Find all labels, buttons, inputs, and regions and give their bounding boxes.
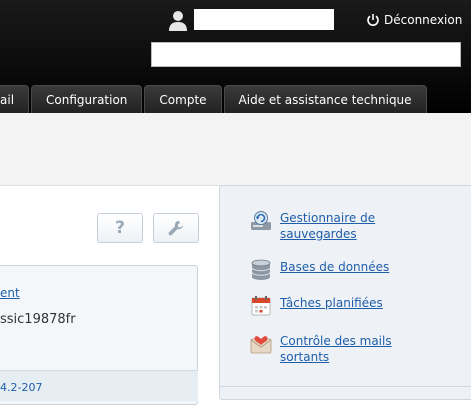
power-icon: [367, 14, 379, 26]
sidebar-item-backup[interactable]: Gestionnaire de sauvegardes: [250, 210, 375, 242]
sidebar-item-outgoing-mail[interactable]: Contrôle des mails sortants: [250, 333, 392, 365]
top-bar: Déconnexion ail Configuration Compte Aid…: [0, 0, 471, 113]
panel-footer-link[interactable]: 4.2-207: [0, 381, 42, 394]
sidebar-item-label: Bases de données: [280, 260, 390, 274]
sidebar-item-databases[interactable]: Bases de données: [250, 259, 389, 281]
tab-configuration[interactable]: Configuration: [31, 85, 143, 113]
page-subheader: [0, 113, 471, 186]
user-icon: [169, 11, 187, 31]
help-label: ?: [115, 218, 125, 238]
tab-label: Compte: [159, 92, 207, 107]
search-input[interactable]: [151, 42, 461, 67]
panel-value: ssic19878fr: [0, 312, 76, 327]
tab-aide[interactable]: Aide et assistance technique: [223, 85, 427, 113]
settings-button[interactable]: [153, 213, 199, 243]
sidebar-divider: [220, 386, 471, 387]
tab-label: Configuration: [46, 92, 128, 107]
sidebar-item-label: Contrôle des mails sortants: [280, 334, 392, 364]
tab-mail[interactable]: ail: [0, 85, 30, 113]
main-nav: ail Configuration Compte Aide et assista…: [0, 85, 427, 113]
tab-label: Aide et assistance technique: [238, 92, 412, 107]
calendar-icon: [251, 296, 271, 316]
help-button[interactable]: ?: [97, 213, 143, 243]
panel-link[interactable]: ent: [0, 286, 20, 300]
tab-label: ail: [0, 92, 15, 107]
logout-link[interactable]: Déconnexion: [366, 11, 462, 29]
sidebar-item-label: Tâches planifiées: [280, 296, 383, 310]
sidebar-item-scheduled-tasks[interactable]: Tâches planifiées: [250, 295, 383, 317]
mail-icon: [250, 336, 272, 354]
username-field: [194, 9, 334, 30]
sidebar-item-label: Gestionnaire de sauvegardes: [280, 211, 376, 241]
backup-manager-icon: [251, 211, 271, 230]
tab-compte[interactable]: Compte: [144, 85, 222, 113]
wrench-icon: [168, 221, 183, 236]
logout-label: Déconnexion: [384, 13, 463, 27]
database-icon: [251, 259, 271, 280]
